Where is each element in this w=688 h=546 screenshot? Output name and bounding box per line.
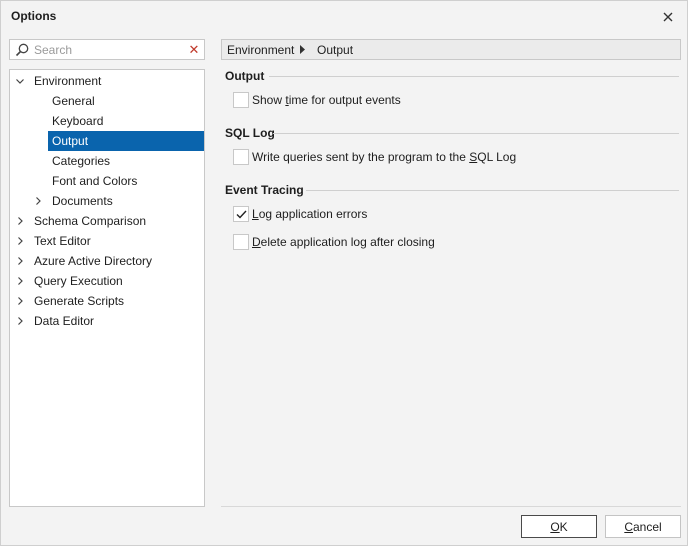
output-group-divider [269,76,679,77]
chevron-down-icon[interactable] [14,71,26,91]
tree-item-label: Generate Scripts [34,294,125,308]
tree-item-query-execution[interactable]: Query Execution [10,271,204,291]
close-button[interactable] [657,6,679,28]
chevron-right-icon[interactable] [14,251,26,271]
delete-log-checkbox[interactable] [233,234,249,250]
output-group-header: Output [225,69,265,83]
cancel-button[interactable]: Cancel [605,515,681,538]
write-queries-label: Write queries sent by the program to the… [252,150,517,164]
log-errors-label: Log application errors [252,207,368,221]
tree-item-general[interactable]: General [10,91,204,111]
event-tracing-group-header: Event Tracing [225,183,304,197]
delete-log-label: Delete application log after closing [252,235,435,249]
tree-item-font-and-colors[interactable]: Font and Colors [10,171,204,191]
options-dialog: Options ✕ Environment General Keyboard Outp… [0,0,688,546]
tree-item-label: Azure Active Directory [34,254,153,268]
tree-item-label: Documents [52,194,113,208]
chevron-right-icon[interactable] [14,311,26,331]
search-box: ✕ [9,39,205,60]
checkmark-icon [236,210,247,219]
write-queries-checkbox[interactable] [233,149,249,165]
chevron-right-icon[interactable] [14,291,26,311]
tree-item-label: Categories [52,154,111,168]
ok-button-label: OK [550,519,568,534]
show-time-checkbox[interactable] [233,92,249,108]
tree-item-categories[interactable]: Categories [10,151,204,171]
delete-log-option[interactable]: Delete application log after closing [233,234,435,250]
tree-item-output[interactable]: Output [10,131,204,151]
show-time-option[interactable]: Show time for output events [233,92,401,108]
tree-item-label: Font and Colors [52,174,138,188]
tree-item-label: Environment [34,74,102,88]
tree-item-text-editor[interactable]: Text Editor [10,231,204,251]
log-errors-checkbox[interactable] [233,206,249,222]
sql-log-group-divider [273,133,679,134]
tree-item-keyboard[interactable]: Keyboard [10,111,204,131]
tree-item-schema-comparison[interactable]: Schema Comparison [10,211,204,231]
chevron-right-icon[interactable] [14,271,26,291]
tree-item-label: Output [48,131,204,151]
title-bar: Options [1,1,687,33]
tree-item-label: Text Editor [34,234,91,248]
write-queries-option[interactable]: Write queries sent by the program to the… [233,149,516,165]
log-errors-option[interactable]: Log application errors [233,206,367,222]
breadcrumb: Environment Output [221,39,681,60]
footer-divider [221,506,681,507]
tree-item-documents[interactable]: Documents [10,191,204,211]
tree-item-azure-active-directory[interactable]: Azure Active Directory [10,251,204,271]
ok-button[interactable]: OK [521,515,597,538]
clear-search-icon[interactable]: ✕ [188,43,200,57]
tree-item-generate-scripts[interactable]: Generate Scripts [10,291,204,311]
breadcrumb-environment[interactable]: Environment [227,43,294,57]
show-time-label: Show time for output events [252,93,401,107]
options-tree: Environment General Keyboard Output Categori… [9,69,205,507]
tree-item-label: Schema Comparison [34,214,147,228]
close-icon [663,12,673,22]
sql-log-group-header: SQL Log [225,126,275,140]
search-input[interactable] [34,41,184,58]
chevron-right-icon[interactable] [14,231,26,251]
breadcrumb-output[interactable]: Output [317,43,353,57]
tree-item-label: General [52,94,95,108]
window-title: Options [11,9,57,23]
event-tracing-group-divider [306,190,679,191]
chevron-right-icon[interactable] [32,191,44,211]
breadcrumb-separator-icon [300,45,305,54]
tree-item-environment[interactable]: Environment [10,71,204,91]
tree-item-label: Keyboard [52,114,104,128]
cancel-button-label: Cancel [624,519,662,534]
chevron-right-icon[interactable] [14,211,26,231]
tree-item-label: Query Execution [34,274,123,288]
tree-item-data-editor[interactable]: Data Editor [10,311,204,331]
tree-item-label: Data Editor [34,314,95,328]
search-icon [15,43,29,57]
